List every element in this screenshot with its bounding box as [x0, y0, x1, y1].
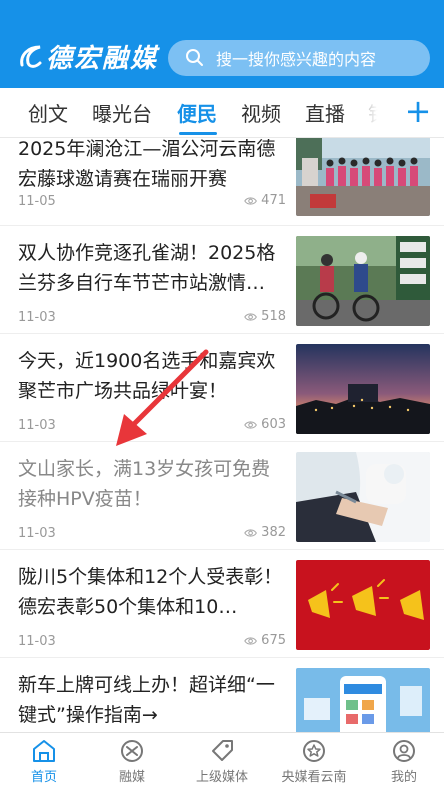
news-views: 675	[244, 633, 286, 648]
tab-video[interactable]: 视频	[241, 98, 281, 127]
nav-mine[interactable]: 我的	[360, 739, 444, 785]
news-views: 382	[244, 525, 286, 540]
eye-icon	[244, 636, 257, 645]
nav-home-label: 首页	[30, 770, 57, 785]
eye-icon	[244, 312, 257, 321]
news-view-count: 675	[261, 633, 286, 648]
logo-swirl-icon	[20, 45, 42, 68]
news-thumbnail	[296, 236, 430, 326]
news-title: 陇川5个集体和12个人受表彰！德宏表彰50个集体和10…	[18, 566, 283, 618]
news-view-count: 603	[261, 417, 286, 432]
news-title: 今天，近1900名选手和嘉宾欢聚芒市广场共品绿叶宴！	[18, 350, 276, 402]
news-title: 文山家长，满13岁女孩可免费接种HPV疫苗！	[18, 458, 271, 510]
app-logo: 德宏融媒	[18, 36, 158, 76]
news-item[interactable]: 新车上牌可线上办！超详细“一键式”操作指南→	[0, 658, 444, 732]
nav-media-label: 融媒	[118, 770, 145, 785]
news-item[interactable]: 今天，近1900名选手和嘉宾欢聚芒市广场共品绿叶宴！ 11-03 603	[0, 334, 444, 442]
logo-text: 德宏融媒	[46, 43, 159, 74]
bottom-nav: 首页 融媒 上级媒体 央媒看云南 我的	[0, 732, 444, 789]
news-item[interactable]: 2025年澜沧江—湄公河云南德宏藤球邀请赛在瑞丽开赛 11-05 471	[0, 138, 444, 226]
tab-fade	[340, 88, 394, 136]
search-icon	[186, 49, 203, 66]
news-date: 11-05	[18, 194, 56, 209]
tab-exposure[interactable]: 曝光台	[92, 98, 152, 127]
home-icon	[33, 740, 55, 762]
add-channel-icon[interactable]: +	[404, 94, 432, 128]
user-icon	[393, 740, 415, 762]
nav-upper-media-label: 上级媒体	[195, 770, 248, 785]
news-view-count: 471	[261, 193, 286, 208]
nav-central-media-label: 央媒看云南	[281, 770, 347, 785]
news-thumbnail	[296, 138, 430, 216]
news-title: 新车上牌可线上办！超详细“一键式”操作指南→	[18, 674, 275, 726]
eye-icon	[244, 528, 257, 537]
news-title: 双人协作竞逐孔雀湖！2025格兰芬多自行车节芒市站激情…	[18, 242, 276, 294]
news-title: 2025年澜沧江—湄公河云南德宏藤球邀请赛在瑞丽开赛	[18, 138, 276, 190]
tab-chuangwen[interactable]: 创文	[28, 98, 68, 127]
active-tab-indicator	[179, 132, 217, 135]
media-swirl-icon	[121, 740, 143, 762]
news-views: 518	[244, 309, 286, 324]
search-bar[interactable]: 搜一搜你感兴趣的内容	[168, 40, 430, 76]
eye-icon	[244, 420, 257, 429]
nav-media[interactable]: 融媒	[88, 739, 176, 785]
news-views: 603	[244, 417, 286, 432]
tab-convenience[interactable]: 便民	[177, 98, 217, 127]
news-item[interactable]: 双人协作竞逐孔雀湖！2025格兰芬多自行车节芒市站激情… 11-03 518	[0, 226, 444, 334]
news-date: 11-03	[18, 634, 56, 649]
nav-central-media[interactable]: 央媒看云南	[270, 739, 358, 785]
news-thumbnail	[296, 452, 430, 542]
channel-tabs: 创文 曝光台 便民 视频 直播 铭 +	[0, 88, 444, 138]
app-header: 德宏融媒 搜一搜你感兴趣的内容	[0, 0, 444, 88]
nav-upper-media[interactable]: 上级媒体	[178, 739, 266, 785]
news-item[interactable]: 文山家长，满13岁女孩可免费接种HPV疫苗！ 11-03 382	[0, 442, 444, 550]
tab-live[interactable]: 直播	[305, 98, 345, 127]
news-thumbnail	[296, 560, 430, 650]
nav-mine-label: 我的	[390, 770, 417, 785]
news-thumbnail	[296, 668, 430, 732]
news-feed[interactable]: 2025年澜沧江—湄公河云南德宏藤球邀请赛在瑞丽开赛 11-05 471 双人协…	[0, 138, 444, 732]
news-thumbnail	[296, 344, 430, 434]
news-date: 11-03	[18, 418, 56, 433]
news-item[interactable]: 陇川5个集体和12个人受表彰！德宏表彰50个集体和10… 11-03 675	[0, 550, 444, 658]
news-views: 471	[244, 193, 286, 208]
news-date: 11-03	[18, 310, 56, 325]
news-date: 11-03	[18, 526, 56, 541]
nav-home[interactable]: 首页	[0, 739, 88, 785]
star-circle-icon	[303, 740, 325, 762]
tag-icon	[212, 740, 233, 761]
eye-icon	[244, 196, 257, 205]
search-placeholder: 搜一搜你感兴趣的内容	[216, 50, 377, 69]
news-view-count: 518	[261, 309, 286, 324]
news-view-count: 382	[261, 525, 286, 540]
